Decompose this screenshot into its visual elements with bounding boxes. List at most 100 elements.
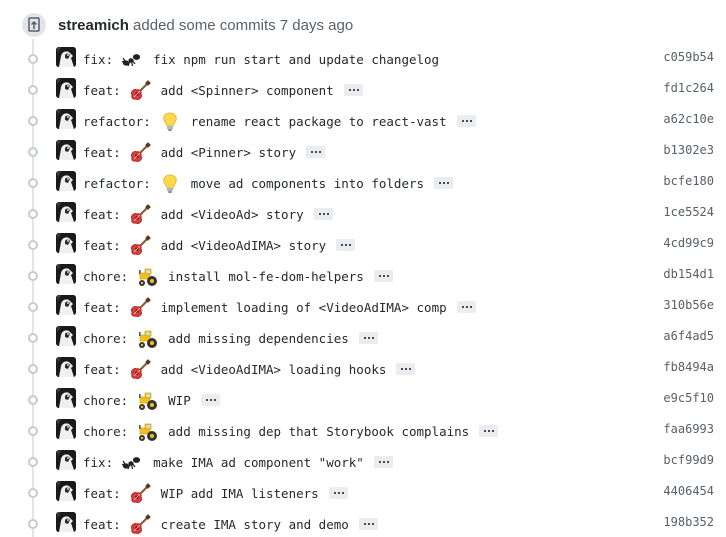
author-avatar[interactable]: [56, 47, 76, 67]
commit-sha-link[interactable]: bcfe180: [663, 174, 714, 188]
author-avatar[interactable]: [56, 512, 76, 532]
commit-type-label[interactable]: feat:: [83, 82, 121, 100]
expand-message-button[interactable]: [396, 363, 416, 375]
author-avatar[interactable]: [56, 202, 76, 222]
commit-sha-link[interactable]: 1ce5524: [663, 205, 714, 219]
guitar-emoji-icon: [129, 142, 151, 164]
expand-message-button[interactable]: [306, 146, 326, 158]
commit-type-label[interactable]: chore:: [83, 392, 128, 410]
commit-type-label[interactable]: refactor:: [83, 113, 151, 131]
actor-link[interactable]: streamich: [58, 17, 129, 34]
author-avatar[interactable]: [56, 450, 76, 470]
commit-message-link[interactable]: fix npm run start and update changelog: [153, 51, 439, 69]
bulb-emoji-icon: [159, 111, 181, 133]
expand-message-button[interactable]: [456, 115, 476, 127]
expand-message-button[interactable]: [373, 456, 393, 468]
expand-message-button[interactable]: [479, 425, 499, 437]
commit-row: feat: add <VideoAd> story 1ce5524: [0, 199, 726, 230]
expand-message-button[interactable]: [358, 518, 378, 530]
git-commit-icon: [28, 457, 38, 467]
commit-sha-link[interactable]: c059b54: [663, 50, 714, 64]
commit-message-link[interactable]: add <VideoAd> story: [161, 206, 304, 224]
commit-sha-link[interactable]: 198b352: [663, 515, 714, 529]
commit-message-link[interactable]: implement loading of <VideoAdIMA> comp: [161, 299, 447, 317]
author-avatar[interactable]: [56, 171, 76, 191]
commit-sha-link[interactable]: 4406454: [663, 484, 714, 498]
git-commit-icon: [28, 364, 38, 374]
commit-sha-link[interactable]: faa6993: [663, 422, 714, 436]
commit-type-label[interactable]: chore:: [83, 330, 128, 348]
expand-message-button[interactable]: [336, 239, 356, 251]
author-avatar[interactable]: [56, 233, 76, 253]
author-avatar[interactable]: [56, 295, 76, 315]
commit-row: feat: implement loading of <VideoAdIMA> c…: [0, 292, 726, 323]
commit-type-label[interactable]: chore:: [83, 423, 128, 441]
expand-message-button[interactable]: [358, 332, 378, 344]
commit-message-link[interactable]: WIP add IMA listeners: [161, 485, 319, 503]
git-commit-icon: [28, 395, 38, 405]
commit-message-link[interactable]: move ad components into folders: [191, 175, 424, 193]
expand-message-button[interactable]: [343, 84, 363, 96]
commit-type-label[interactable]: feat:: [83, 485, 121, 503]
commit-sha-link[interactable]: 4cd99c9: [663, 236, 714, 250]
expand-message-button[interactable]: [373, 270, 393, 282]
author-avatar[interactable]: [56, 481, 76, 501]
commit-type-label[interactable]: feat:: [83, 299, 121, 317]
commit-message-link[interactable]: add <VideoAdIMA> story: [161, 237, 327, 255]
commit-message-link[interactable]: add <VideoAdIMA> loading hooks: [161, 361, 387, 379]
author-avatar[interactable]: [56, 419, 76, 439]
git-commit-icon: [28, 54, 38, 64]
commit-sha-link[interactable]: bcf99d9: [663, 453, 714, 467]
author-avatar[interactable]: [56, 326, 76, 346]
commit-sha-link[interactable]: a6f4ad5: [663, 329, 714, 343]
commit-message-link[interactable]: add <Spinner> component: [161, 82, 334, 100]
commit-message-link[interactable]: add <Pinner> story: [161, 144, 296, 162]
author-avatar[interactable]: [56, 109, 76, 129]
author-avatar[interactable]: [56, 357, 76, 377]
ant-emoji-icon: [121, 452, 143, 474]
commit-message: fix: fix npm run start and update changel…: [83, 49, 439, 71]
commit-type-label[interactable]: feat:: [83, 516, 121, 534]
tractor-emoji-icon: [136, 421, 158, 443]
author-avatar[interactable]: [56, 78, 76, 98]
author-avatar[interactable]: [56, 140, 76, 160]
commit-message: chore: add missing dependencies: [83, 328, 378, 350]
commit-message-link[interactable]: add missing dep that Storybook complains: [168, 423, 469, 441]
commit-message-link[interactable]: create IMA story and demo: [161, 516, 349, 534]
commit-sha-link[interactable]: 310b56e: [663, 298, 714, 312]
commit-message-link[interactable]: install mol-fe-dom-helpers: [168, 268, 364, 286]
guitar-emoji-icon: [129, 483, 151, 505]
commit-message-link[interactable]: make IMA ad component "work": [153, 454, 364, 472]
commit-message: feat: implement loading of <VideoAdIMA> c…: [83, 297, 476, 319]
commit-row: fix: make IMA ad component "work" bcf99d9: [0, 447, 726, 478]
commit-message-link[interactable]: WIP: [168, 392, 191, 410]
commit-type-label[interactable]: fix:: [83, 454, 113, 472]
commit-type-label[interactable]: feat:: [83, 237, 121, 255]
expand-message-button[interactable]: [328, 487, 348, 499]
expand-message-button[interactable]: [200, 394, 220, 406]
commit-sha-link[interactable]: db154d1: [663, 267, 714, 281]
expand-message-button[interactable]: [434, 177, 454, 189]
commit-message-link[interactable]: add missing dependencies: [168, 330, 349, 348]
commit-type-label[interactable]: feat:: [83, 361, 121, 379]
commit-type-label[interactable]: refactor:: [83, 175, 151, 193]
git-commit-icon: [28, 147, 38, 157]
expand-message-button[interactable]: [313, 208, 333, 220]
expand-message-button[interactable]: [456, 301, 476, 313]
author-avatar[interactable]: [56, 388, 76, 408]
commit-type-label[interactable]: chore:: [83, 268, 128, 286]
commit-type-label[interactable]: feat:: [83, 144, 121, 162]
commit-sha-link[interactable]: b1302e3: [663, 143, 714, 157]
commit-sha-link[interactable]: a62c10e: [663, 112, 714, 126]
commit-message: fix: make IMA ad component "work": [83, 452, 393, 474]
commit-message-link[interactable]: rename react package to react-vast: [191, 113, 447, 131]
commit-message: refactor: move ad components into folders: [83, 173, 454, 195]
commit-sha-link[interactable]: fd1c264: [663, 81, 714, 95]
commit-type-label[interactable]: fix:: [83, 51, 113, 69]
commit-row: fix: fix npm run start and update changel…: [0, 44, 726, 75]
commit-sha-link[interactable]: e9c5f10: [663, 391, 714, 405]
commit-type-label[interactable]: feat:: [83, 206, 121, 224]
git-commit-icon: [28, 240, 38, 250]
author-avatar[interactable]: [56, 264, 76, 284]
commit-sha-link[interactable]: fb8494a: [663, 360, 714, 374]
